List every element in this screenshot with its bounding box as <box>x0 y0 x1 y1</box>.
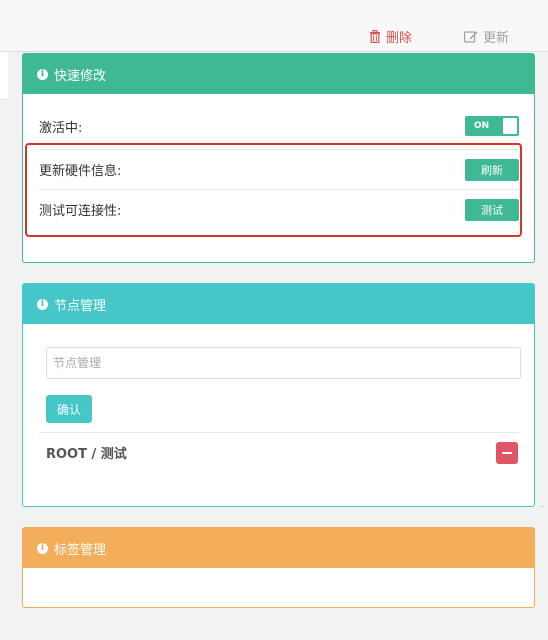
delete-label: 删除 <box>386 31 413 46</box>
refresh-hardware-label: 更新硬件信息: <box>39 164 122 179</box>
info-icon: i <box>37 542 48 554</box>
node-manage-header: i 节点管理 <box>23 284 534 324</box>
minus-icon <box>502 451 512 454</box>
active-label: 激活中: <box>39 120 83 136</box>
test-connectivity-row: 测试可连接性: 测试 <box>39 189 519 229</box>
remove-node-button[interactable] <box>496 441 518 464</box>
delete-button[interactable]: 删除 <box>369 27 412 46</box>
update-label: 更新 <box>483 31 510 46</box>
toggle-state: ON <box>474 121 490 131</box>
node-manage-panel: i 节点管理 确认 ROOT / 测试 <box>22 283 535 507</box>
node-path: ROOT / 测试 <box>46 447 127 462</box>
top-action-bar: 删除 更新 <box>0 0 548 52</box>
quick-edit-panel: i 快速修改 激活中: ON 更新硬件信息: 刷新 测试可连接性: 测试 <box>22 53 535 263</box>
update-button[interactable]: 更新 <box>464 27 509 46</box>
tag-manage-title: 标签管理 <box>54 542 107 558</box>
info-icon: i <box>37 298 48 310</box>
node-input[interactable] <box>46 347 521 379</box>
toggle-knob <box>503 118 517 134</box>
node-list-item: ROOT / 测试 <box>39 432 519 472</box>
tag-manage-header: i 标签管理 <box>23 528 534 568</box>
quick-edit-title: 快速修改 <box>54 68 107 84</box>
node-manage-title: 节点管理 <box>54 298 107 314</box>
test-button[interactable]: 测试 <box>465 198 519 221</box>
active-toggle[interactable]: ON <box>465 116 519 136</box>
tag-manage-panel: i 标签管理 <box>22 527 535 608</box>
trash-icon <box>369 30 381 43</box>
quick-edit-header: i 快速修改 <box>23 54 534 94</box>
active-row: 激活中: ON <box>39 106 519 146</box>
info-icon: i <box>37 68 48 80</box>
left-content-edge <box>0 52 8 100</box>
edit-icon <box>464 30 478 43</box>
refresh-button[interactable]: 刷新 <box>465 158 519 181</box>
refresh-hardware-row: 更新硬件信息: 刷新 <box>39 149 519 189</box>
test-connectivity-label: 测试可连接性: <box>39 204 122 219</box>
confirm-button[interactable]: 确认 <box>46 395 92 423</box>
